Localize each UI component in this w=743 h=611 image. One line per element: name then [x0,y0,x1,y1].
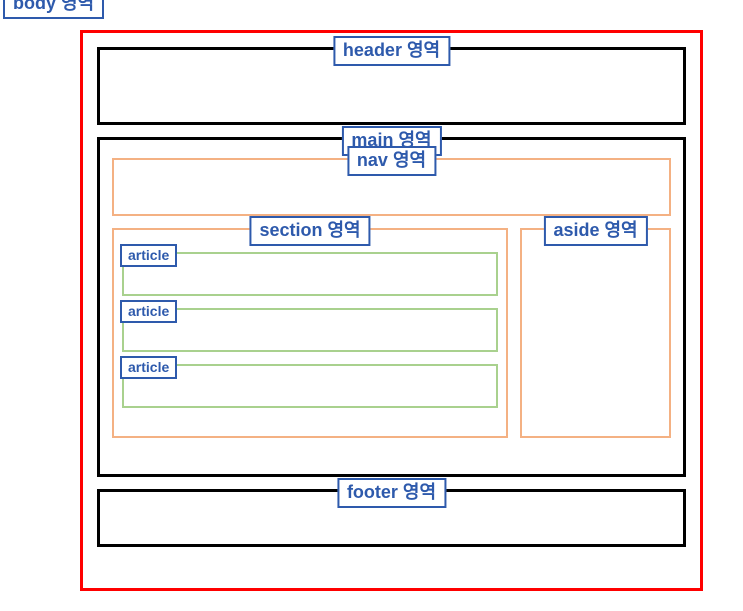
nav-region: nav 영역 [112,158,671,216]
article-label: article [120,244,177,267]
footer-region: footer 영역 [97,489,686,547]
header-region: header 영역 [97,47,686,125]
article-region: article [122,252,498,296]
main-region: main 영역 nav 영역 section 영역 article articl… [97,137,686,477]
aside-label: aside 영역 [543,216,647,246]
footer-label: footer 영역 [337,478,446,508]
header-label: header 영역 [333,36,450,66]
article-region: article [122,308,498,352]
body-label: body 영역 [3,0,104,19]
article-label: article [120,300,177,323]
section-label: section 영역 [249,216,370,246]
article-region: article [122,364,498,408]
section-region: section 영역 article article article [112,228,508,438]
article-label: article [120,356,177,379]
aside-region: aside 영역 [520,228,671,438]
nav-label: nav 영역 [347,146,436,176]
body-region: body 영역 header 영역 main 영역 nav 영역 section… [80,30,703,591]
main-columns: section 영역 article article article aside… [112,228,671,438]
